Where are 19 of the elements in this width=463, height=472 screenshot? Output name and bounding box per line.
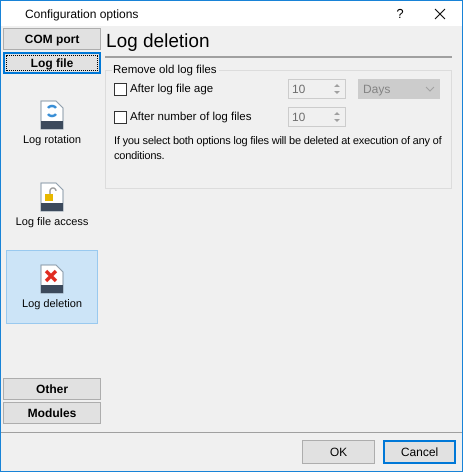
page-heading: Log deletion [105, 28, 452, 58]
help-text: If you select both options log files will be deleted at execution of any of conditions. [114, 134, 443, 164]
window-title: Configuration options [25, 6, 140, 20]
category-button[interactable]: Log file [3, 52, 101, 74]
sidebar-item[interactable]: Log deletion [6, 250, 98, 324]
help-button[interactable]: ? [382, 6, 418, 21]
padlock-document-icon [40, 182, 64, 212]
category-button[interactable]: Modules [3, 402, 101, 424]
category-button[interactable]: Other [3, 378, 101, 400]
dialog-button[interactable]: Cancel [383, 440, 456, 464]
sidebar-item[interactable]: Log file access [6, 168, 98, 242]
group-title: Remove old log files [112, 64, 218, 76]
dialog-button[interactable]: OK [302, 440, 375, 464]
sidebar-item[interactable]: Log rotation [6, 86, 98, 160]
close-icon[interactable] [434, 8, 446, 20]
category-button[interactable]: COM port [3, 28, 101, 50]
chevron-icon [425, 86, 435, 92]
delete-document-icon [40, 264, 64, 294]
log-rotation-icon [40, 100, 64, 130]
